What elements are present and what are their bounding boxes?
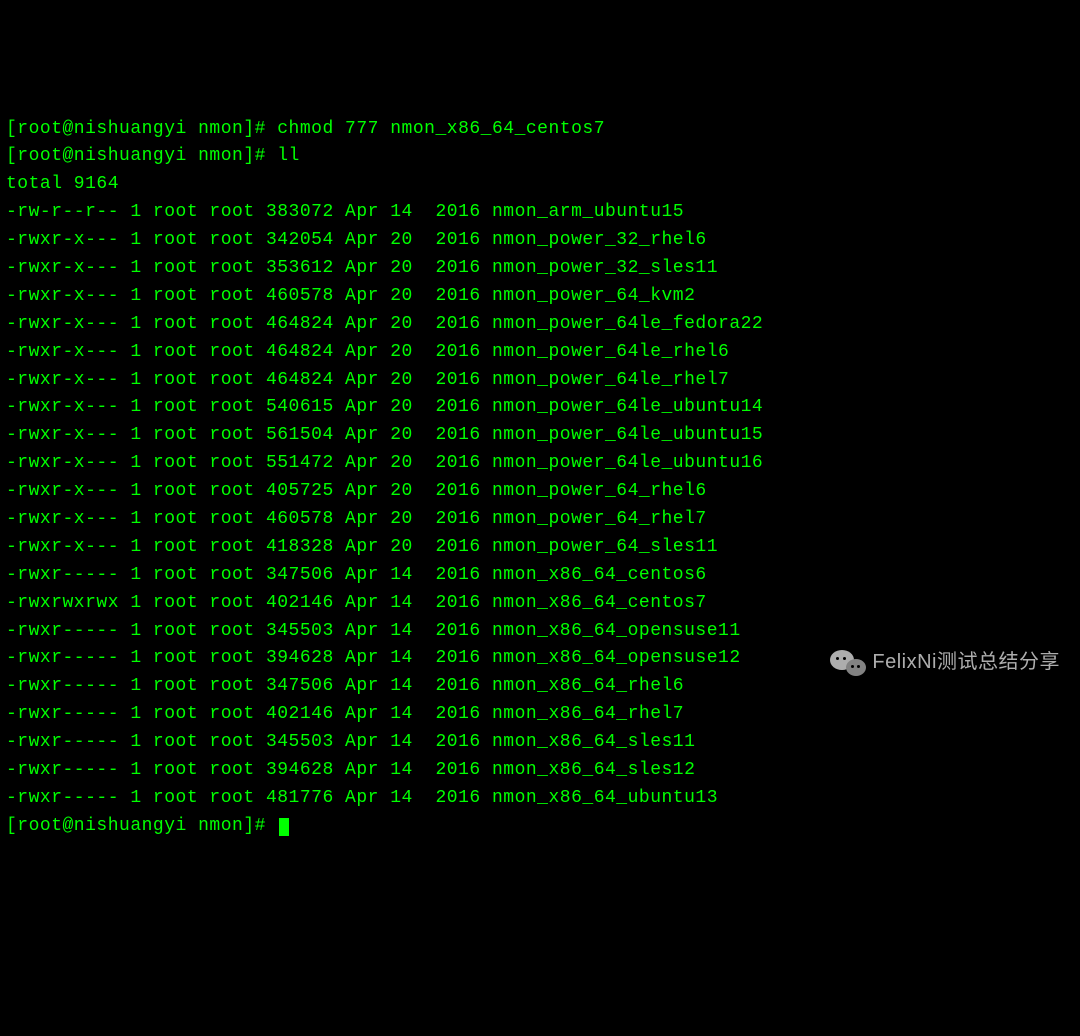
file-entry: -rwxr-x--- 1 root root 460578 Apr 20 201… — [6, 506, 1074, 534]
file-entry: -rwxr-x--- 1 root root 464824 Apr 20 201… — [6, 339, 1074, 367]
file-entry: -rwxr-x--- 1 root root 464824 Apr 20 201… — [6, 367, 1074, 395]
file-entry: -rwxr-x--- 1 root root 342054 Apr 20 201… — [6, 227, 1074, 255]
command-line: [root@nishuangyi nmon]# ll — [6, 143, 1074, 171]
file-entry: -rwxr----- 1 root root 345503 Apr 14 201… — [6, 729, 1074, 757]
cursor — [279, 818, 289, 836]
total-line: total 9164 — [6, 171, 1074, 199]
file-entry: -rw-r--r-- 1 root root 383072 Apr 14 201… — [6, 199, 1074, 227]
file-entry: -rwxr-x--- 1 root root 540615 Apr 20 201… — [6, 394, 1074, 422]
terminal-output[interactable]: [root@nishuangyi nmon]# chmod 777 nmon_x… — [6, 116, 1074, 841]
file-entry: -rwxr-x--- 1 root root 460578 Apr 20 201… — [6, 283, 1074, 311]
file-entry: -rwxr----- 1 root root 481776 Apr 14 201… — [6, 785, 1074, 813]
wechat-icon — [830, 648, 866, 678]
file-entry: -rwxr-x--- 1 root root 418328 Apr 20 201… — [6, 534, 1074, 562]
command-line: [root@nishuangyi nmon]# chmod 777 nmon_x… — [6, 116, 1074, 144]
file-entry: -rwxr----- 1 root root 347506 Apr 14 201… — [6, 562, 1074, 590]
prompt-line[interactable]: [root@nishuangyi nmon]# — [6, 813, 1074, 841]
file-entry: -rwxr-x--- 1 root root 353612 Apr 20 201… — [6, 255, 1074, 283]
file-entry: -rwxr-x--- 1 root root 561504 Apr 20 201… — [6, 422, 1074, 450]
file-entry: -rwxr----- 1 root root 394628 Apr 14 201… — [6, 757, 1074, 785]
file-entry: -rwxr-x--- 1 root root 464824 Apr 20 201… — [6, 311, 1074, 339]
watermark-text: FelixNi测试总结分享 — [872, 647, 1060, 678]
file-entry: -rwxr----- 1 root root 345503 Apr 14 201… — [6, 618, 1074, 646]
file-entry: -rwxr-x--- 1 root root 405725 Apr 20 201… — [6, 478, 1074, 506]
watermark: FelixNi测试总结分享 — [830, 647, 1060, 678]
file-entry: -rwxrwxrwx 1 root root 402146 Apr 14 201… — [6, 590, 1074, 618]
file-entry: -rwxr-x--- 1 root root 551472 Apr 20 201… — [6, 450, 1074, 478]
